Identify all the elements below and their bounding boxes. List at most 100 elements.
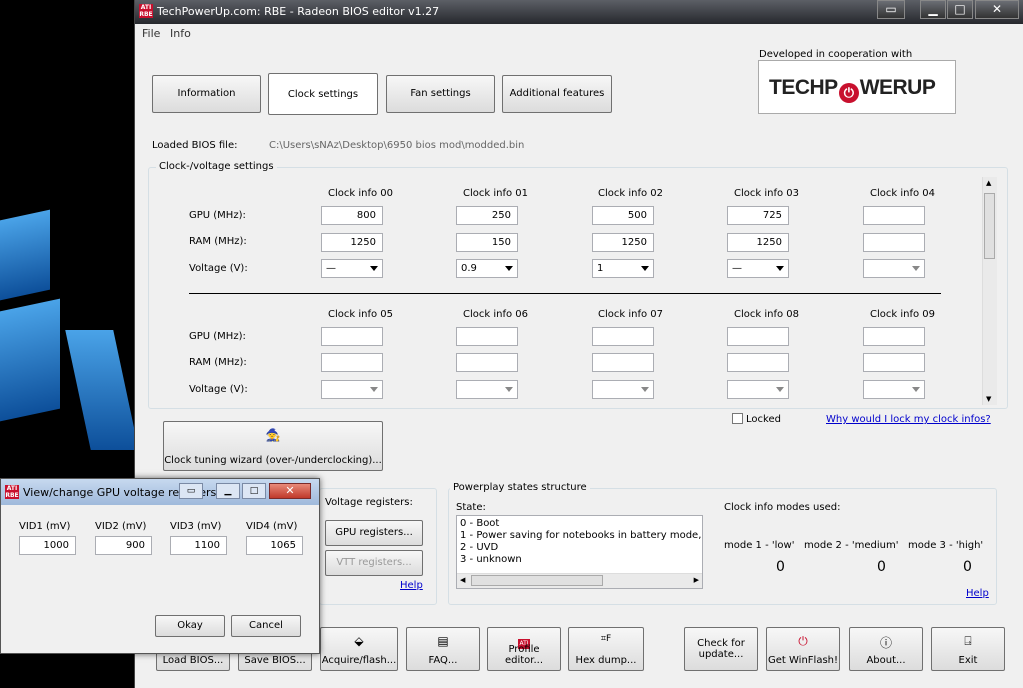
restore-icon[interactable]: ▭ [179,483,203,499]
power-icon: ⏻ [838,83,859,103]
states-listbox[interactable]: 0 - Boot 1 - Power saving for notebooks … [456,515,703,589]
voltage-registers-title: Voltage registers: [322,497,416,508]
clock-info-02-gpu-field[interactable]: 500 [592,206,654,225]
dialog-maximize-button[interactable]: □ [242,483,266,499]
scroll-left-icon[interactable]: ◀ [460,576,465,584]
clock-scrollbar[interactable]: ▲ ▼ [982,177,997,405]
clock-info-03-gpu-field[interactable]: 725 [727,206,789,225]
state-item[interactable]: 0 - Boot [460,518,499,529]
state-item[interactable]: 2 - UVD [460,542,498,553]
state-item[interactable]: 1 - Power saving for notebooks in batter… [460,530,702,541]
clock-info-09-voltage-combo[interactable] [863,380,925,399]
clock-info-00-ram-field[interactable]: 1250 [321,233,383,252]
okay-button[interactable]: Okay [155,615,225,637]
get-winflash-label: Get WinFlash! [768,655,838,666]
hex-dump-button[interactable]: ⌗F Hex dump... [568,627,644,671]
load-bios-label: Load BIOS... [162,655,224,666]
clock-info-09-ram-field[interactable] [863,353,925,372]
restore-icon[interactable]: ▭ [877,0,905,19]
dialog-close-button[interactable]: ✕ [269,483,311,499]
tab-clock-settings[interactable]: Clock settings [268,73,378,115]
clock-info-07-voltage-combo[interactable] [592,380,654,399]
scroll-right-icon[interactable]: ▶ [694,576,699,584]
clock-info-01-ram-field[interactable]: 150 [456,233,518,252]
clock-info-04-voltage-combo[interactable] [863,259,925,278]
exit-icon: ⍈ [964,634,972,648]
ram-label: RAM (MHz): [189,236,247,247]
clock-info-04-ram-field[interactable] [863,233,925,252]
clock-info-08-voltage-combo[interactable] [727,380,789,399]
mode-1-label: mode 1 - 'low' [724,540,795,551]
gpu-voltage-registers-dialog: ATI RBE View/change GPU voltage registers… [0,478,320,654]
h-scroll-thumb[interactable] [471,575,603,586]
dialog-minimize-button[interactable]: ▁ [216,483,240,499]
profile-editor-button[interactable]: ATI Profile editor... [487,627,561,671]
clock-info-06-voltage-combo[interactable] [456,380,518,399]
horizontal-scrollbar[interactable]: ◀ ▶ [457,573,702,588]
clock-info-06-gpu-field[interactable] [456,327,518,346]
clock-info-01-gpu-field[interactable]: 250 [456,206,518,225]
vid4-field[interactable]: 1065 [246,536,303,555]
vid1-field[interactable]: 1000 [19,536,76,555]
mode-3-value: 0 [963,559,972,575]
clock-info-09-gpu-field[interactable] [863,327,925,346]
gpu-registers-button[interactable]: GPU registers... [325,520,423,546]
vid2-field[interactable]: 900 [95,536,152,555]
vtt-registers-button[interactable]: VTT registers... [325,550,423,576]
clock-info-05-voltage-combo[interactable] [321,380,383,399]
clock-info-07-gpu-field[interactable] [592,327,654,346]
cancel-button[interactable]: Cancel [231,615,301,637]
clock-info-04-header: Clock info 04 [870,188,936,199]
clock-info-03-voltage-combo[interactable]: — [727,259,789,278]
logo-text-left: TECHP [769,76,838,99]
exit-button[interactable]: ⍈ Exit [931,627,1005,671]
windows-logo-fragment [0,209,50,301]
about-button[interactable]: ⓘ About... [849,627,923,671]
clock-info-08-gpu-field[interactable] [727,327,789,346]
acquire-flash-button[interactable]: ⬙ Acquire/flash... [320,627,398,671]
clock-info-01-voltage-combo[interactable]: 0.9 [456,259,518,278]
techpowerup-logo[interactable]: TECHP ⏻ WERUP [758,60,956,114]
get-winflash-button[interactable]: ⏻ Get WinFlash! [766,627,840,671]
clock-info-00-gpu-field[interactable]: 800 [321,206,383,225]
tab-fan-settings[interactable]: Fan settings [386,75,495,113]
clock-info-04-gpu-field[interactable] [863,206,925,225]
tab-additional-features[interactable]: Additional features [502,75,612,113]
title-bar[interactable]: ATI RBE TechPowerUp.com: RBE - Radeon BIO… [135,0,1023,24]
menu-file[interactable]: File [142,27,160,40]
chevron-down-icon [912,387,920,392]
clock-tuning-wizard-button[interactable]: 🧙 Clock tuning wizard (over-/underclocki… [163,421,383,471]
scroll-thumb[interactable] [984,193,995,259]
logo-caption: Developed in cooperation with [759,49,913,60]
voltage-help-link[interactable]: Help [400,580,423,591]
save-bios-label: Save BIOS... [244,655,306,666]
close-button[interactable]: ✕ [975,0,1019,19]
clock-info-03-ram-field[interactable]: 1250 [727,233,789,252]
clock-info-02-ram-field[interactable]: 1250 [592,233,654,252]
minimize-button[interactable]: ▁ [920,0,946,19]
clock-info-06-header: Clock info 06 [463,309,529,320]
state-item[interactable]: 3 - unknown [460,554,522,565]
clock-info-02-voltage-combo[interactable]: 1 [592,259,654,278]
clock-info-05-gpu-field[interactable] [321,327,383,346]
locked-checkbox[interactable] [732,413,743,424]
maximize-button[interactable]: □ [947,0,973,19]
scroll-up-icon[interactable]: ▲ [986,179,991,187]
tab-information[interactable]: Information [152,75,261,113]
powerplay-help-link[interactable]: Help [966,588,989,599]
vid3-field[interactable]: 1100 [170,536,227,555]
ram-label: RAM (MHz): [189,357,247,368]
chevron-down-icon [370,266,378,271]
dialog-title-bar[interactable]: ATI RBE View/change GPU voltage registers… [1,479,319,505]
check-update-button[interactable]: Check for update... [684,627,758,671]
clock-info-06-ram-field[interactable] [456,353,518,372]
menu-info[interactable]: Info [170,27,191,40]
clock-info-00-voltage-combo[interactable]: — [321,259,383,278]
chevron-down-icon [641,387,649,392]
why-lock-link[interactable]: Why would I lock my clock infos? [826,414,991,425]
faq-button[interactable]: ▤ FAQ... [406,627,480,671]
clock-info-07-ram-field[interactable] [592,353,654,372]
clock-info-05-ram-field[interactable] [321,353,383,372]
scroll-down-icon[interactable]: ▼ [986,395,991,403]
clock-info-08-ram-field[interactable] [727,353,789,372]
